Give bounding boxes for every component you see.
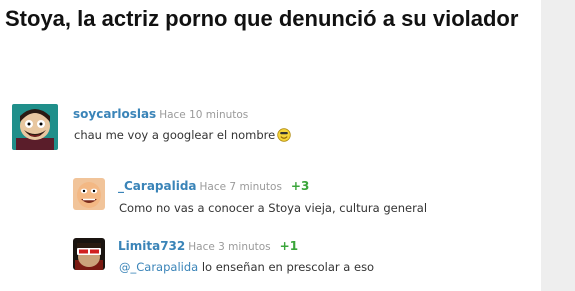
comment-text: Como no vas a conocer a Stoya vieja, cul… — [119, 201, 428, 215]
3d-glasses-avatar-icon[interactable] — [73, 238, 105, 270]
comment-text-content: chau me voy a googlear el nombre — [74, 128, 276, 142]
comment-text: @_Carapalida lo enseñan en prescolar a e… — [119, 259, 374, 275]
comment-meta: _Carapalida Hace 7 minutos +3 — [118, 178, 309, 195]
comments-page: Stoya, la actriz porno que denunció a su… — [0, 0, 541, 291]
smiley-icon — [277, 128, 291, 146]
comment-meta: soycarloslas Hace 10 minutos — [73, 106, 248, 123]
cartoon-face-avatar-icon[interactable] — [73, 178, 105, 210]
comment-text: chau me voy a googlear el nombre — [74, 127, 291, 146]
comment-username[interactable]: Limita732 — [118, 239, 185, 253]
comment-username[interactable]: soycarloslas — [73, 107, 156, 121]
user-mention-link[interactable]: @_Carapalida — [119, 260, 198, 274]
comment-time: Hace 10 minutos — [159, 109, 249, 121]
vote-count: +1 — [279, 239, 299, 253]
comment-username[interactable]: _Carapalida — [118, 179, 197, 193]
south-park-avatar-icon[interactable] — [12, 104, 58, 150]
comment-text-content: lo enseñan en prescolar a eso — [198, 260, 375, 274]
comment-time: Hace 7 minutos — [199, 181, 282, 193]
comment-meta: Limita732 Hace 3 minutos +1 — [118, 238, 298, 255]
right-sidebar — [541, 0, 575, 291]
comment-time: Hace 3 minutos — [188, 241, 271, 253]
article-title: Stoya, la actriz porno que denunció a su… — [5, 6, 519, 31]
vote-count: +3 — [290, 179, 310, 193]
